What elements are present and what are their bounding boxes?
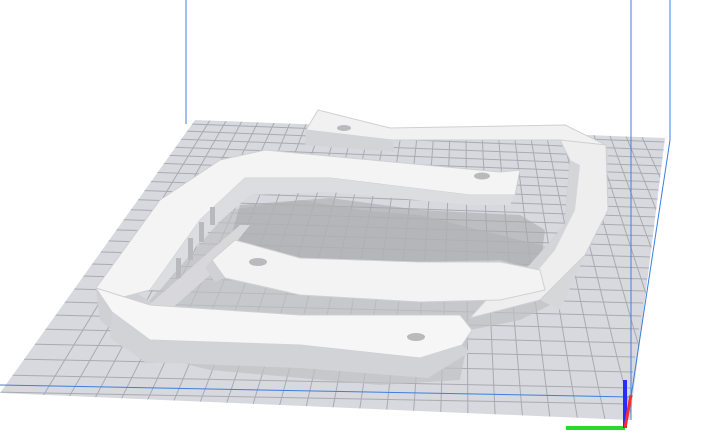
ridge-4 xyxy=(210,207,215,225)
model-hole-inner-top xyxy=(474,172,490,180)
model-hole-inner-arm xyxy=(249,258,267,266)
3d-viewport[interactable] xyxy=(0,0,721,434)
ridge-3 xyxy=(199,222,204,242)
ridge-2 xyxy=(188,238,193,260)
model-hole-top-arm xyxy=(337,125,351,131)
model-hole-front xyxy=(407,333,425,341)
ridge-1 xyxy=(176,258,181,278)
